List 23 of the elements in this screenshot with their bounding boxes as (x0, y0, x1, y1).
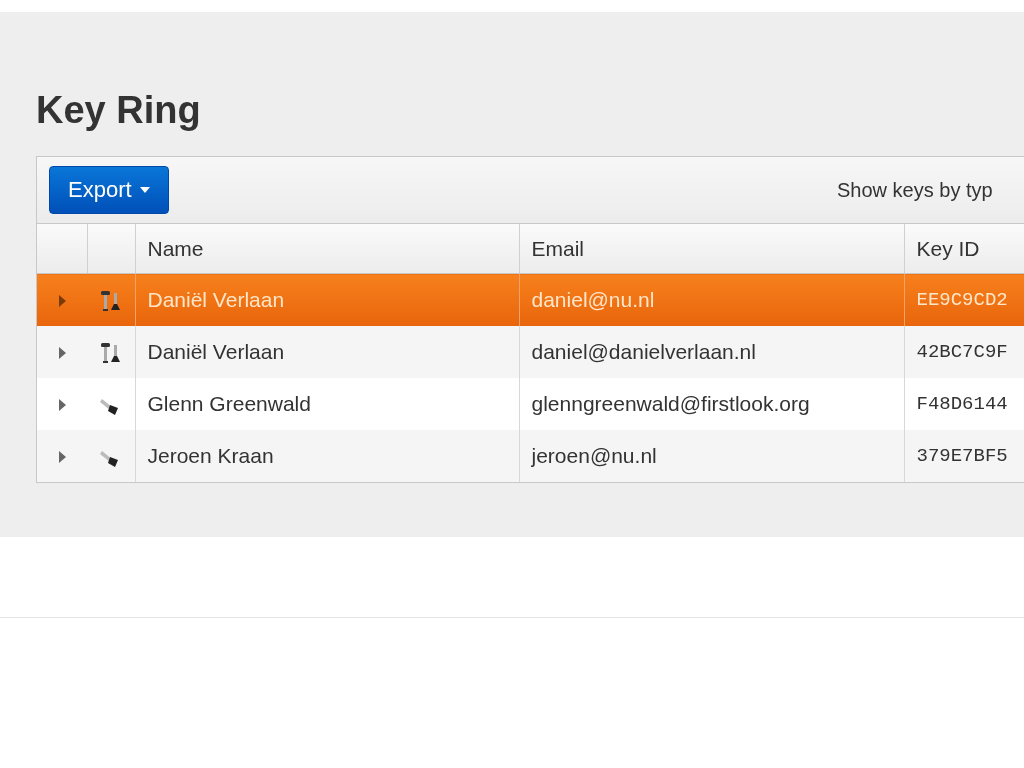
key-id-cell: 379E7BF5 (904, 430, 1024, 482)
email-cell: daniel@nu.nl (519, 273, 904, 326)
expand-icon[interactable] (58, 347, 66, 360)
column-header[interactable]: Name (135, 224, 519, 274)
expand-icon[interactable] (58, 295, 66, 308)
name-cell: Daniël Verlaan (135, 273, 519, 326)
email-cell: jeroen@nu.nl (519, 430, 904, 482)
expand-icon[interactable] (58, 399, 66, 412)
page-title: Key Ring (36, 88, 202, 132)
caret-icon (139, 187, 150, 193)
email-cell: daniel@danielverlaan.nl (519, 326, 904, 378)
key-id-cell: 42BC7C9F (904, 326, 1024, 378)
export-button[interactable]: Export (49, 166, 169, 214)
name-cell: Jeroen Kraan (135, 430, 519, 482)
filter-label: Show keys by typ (837, 178, 994, 202)
key-id-cell: F48D6144 (904, 378, 1024, 430)
name-cell: Daniël Verlaan (135, 326, 519, 378)
name-cell: Glenn Greenwald (135, 378, 519, 430)
expand-icon[interactable] (58, 451, 66, 464)
email-cell: glenngreenwald@firstlook.org (519, 378, 904, 430)
column-header[interactable]: Key ID (904, 224, 1024, 274)
key-id-cell: EE9C9CD2 (904, 273, 1024, 326)
column-header[interactable]: Email (519, 224, 904, 274)
